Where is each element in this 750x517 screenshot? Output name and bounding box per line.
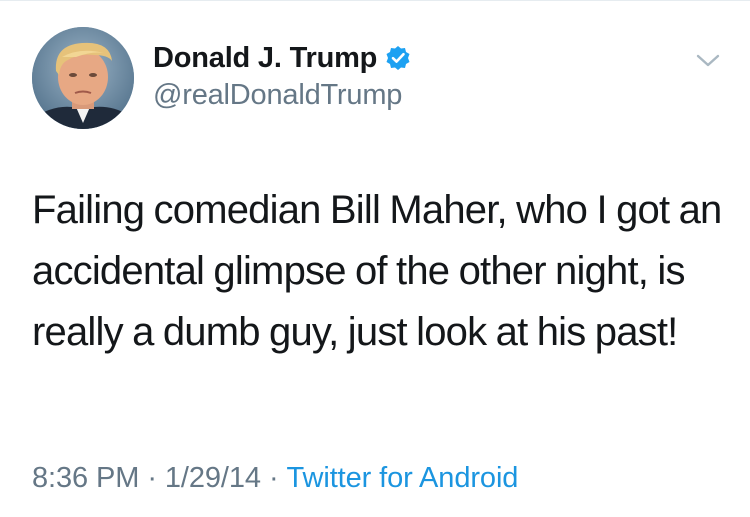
tweet-card: Donald J. Trump @realDonaldTrump Failing… (0, 0, 750, 517)
avatar[interactable] (32, 27, 134, 129)
separator: · (268, 462, 279, 494)
separator: · (147, 462, 157, 494)
display-name[interactable]: Donald J. Trump (153, 42, 377, 75)
name-row: Donald J. Trump (153, 40, 411, 76)
tweet-time[interactable]: 8:36 PM (32, 462, 139, 494)
tweet-text: Failing comedian Bill Maher, who I got a… (32, 188, 722, 354)
author-info[interactable]: Donald J. Trump @realDonaldTrump (153, 40, 411, 112)
user-handle[interactable]: @realDonaldTrump (153, 79, 411, 112)
tweet-date[interactable]: 1/29/14 (165, 462, 261, 494)
verified-badge-icon (385, 45, 411, 71)
chevron-down-icon[interactable] (693, 46, 723, 76)
avatar-image (32, 27, 134, 129)
tweet-metadata: 8:36 PM · 1/29/14 · Twitter for Android (32, 462, 518, 495)
source-link[interactable]: Twitter for Android (287, 462, 519, 494)
